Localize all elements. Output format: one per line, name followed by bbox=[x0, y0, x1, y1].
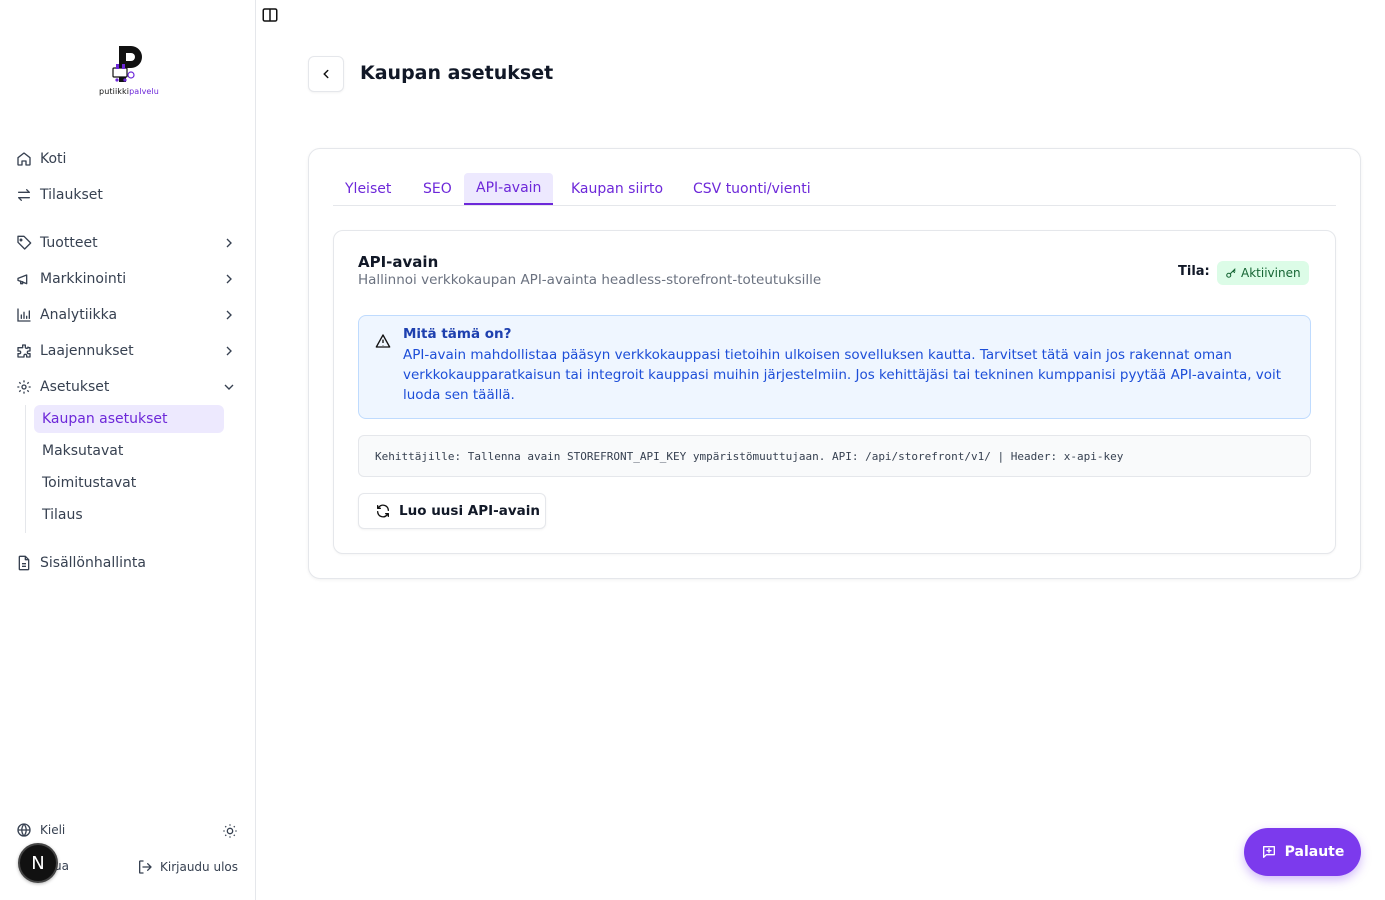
alert-body: API-avain mahdollistaa pääsyn verkkokaup… bbox=[403, 347, 1282, 403]
subitem-label: Toimitustavat bbox=[42, 475, 137, 491]
generate-api-key-button[interactable]: Luo uusi API-avain bbox=[358, 493, 546, 529]
tag-icon bbox=[16, 235, 32, 251]
sidebar-item-label: Asetukset bbox=[40, 379, 110, 395]
avatar[interactable]: N bbox=[18, 843, 58, 883]
generate-button-label: Luo uusi API-avain bbox=[399, 503, 540, 519]
settings-card: Yleiset SEO API-avain Kaupan siirto CSV … bbox=[308, 148, 1361, 579]
back-button[interactable] bbox=[308, 56, 344, 92]
settings-tabs: Yleiset SEO API-avain Kaupan siirto CSV … bbox=[333, 173, 1336, 206]
tab-yleiset[interactable]: Yleiset bbox=[333, 173, 403, 205]
sidebar-subitem-maksutavat[interactable]: Maksutavat bbox=[34, 437, 224, 465]
avatar-letter: N bbox=[31, 852, 45, 874]
sidebar-item-asetukset[interactable]: Asetukset bbox=[16, 371, 243, 403]
megaphone-icon bbox=[16, 271, 32, 287]
tab-label: Yleiset bbox=[345, 181, 392, 197]
language-selector[interactable]: Kieli bbox=[16, 822, 65, 838]
tab-label: SEO bbox=[423, 181, 452, 197]
sidebar-item-label: Tilaukset bbox=[40, 187, 103, 203]
sidebar-item-label: Markkinointi bbox=[40, 271, 127, 287]
feedback-button[interactable]: Palaute bbox=[1244, 828, 1361, 876]
tab-csv-tuonti-vienti[interactable]: CSV tuonti/vienti bbox=[681, 173, 823, 205]
language-label: Kieli bbox=[40, 823, 66, 837]
tab-kaupan-siirto[interactable]: Kaupan siirto bbox=[559, 173, 675, 205]
chevron-left-icon bbox=[323, 69, 329, 79]
refresh-icon bbox=[377, 504, 389, 518]
chevron-down-icon bbox=[224, 384, 234, 390]
sidebar-item-tilaukset[interactable]: Tilaukset bbox=[16, 179, 243, 211]
page-title: Kaupan asetukset bbox=[360, 62, 554, 84]
api-key-panel: API-avain Hallinnoi verkkokaupan API-ava… bbox=[333, 230, 1336, 554]
sidebar-item-label: Koti bbox=[40, 151, 67, 167]
sidebar-item-markkinointi[interactable]: Markkinointi bbox=[16, 263, 243, 295]
sidebar-item-label: Laajennukset bbox=[40, 343, 134, 359]
warning-icon bbox=[375, 334, 391, 348]
gear-icon bbox=[16, 379, 32, 395]
feedback-label: Palaute bbox=[1284, 844, 1345, 860]
sidebar-item-analytiikka[interactable]: Analytiikka bbox=[16, 299, 243, 331]
sidebar-item-sisallonhallinta[interactable]: Sisällönhallinta bbox=[16, 547, 243, 579]
document-icon bbox=[16, 555, 32, 571]
puzzle-icon bbox=[16, 343, 32, 359]
sidebar: putiikkipalvelu Koti Tilaukset Tuotteet … bbox=[0, 0, 256, 900]
settings-submenu: Kaupan asetukset Maksutavat Toimitustava… bbox=[25, 405, 230, 533]
logout-button[interactable]: Kirjaudu ulos bbox=[137, 859, 238, 875]
globe-icon bbox=[17, 823, 31, 837]
sidebar-subitem-kaupan-asetukset[interactable]: Kaupan asetukset bbox=[34, 405, 224, 433]
sidebar-item-koti[interactable]: Koti bbox=[16, 143, 243, 175]
tab-api-avain[interactable]: API-avain bbox=[464, 173, 554, 205]
tab-seo[interactable]: SEO bbox=[411, 173, 464, 205]
logout-icon bbox=[139, 860, 152, 874]
api-key-description: Hallinnoi verkkokaupan API-avainta headl… bbox=[358, 272, 822, 288]
subitem-label: Kaupan asetukset bbox=[42, 411, 168, 427]
arrows-icon bbox=[16, 187, 32, 203]
sidebar-toggle-icon[interactable] bbox=[261, 6, 279, 24]
tab-label: Kaupan siirto bbox=[571, 181, 664, 197]
chevron-right-icon bbox=[226, 310, 232, 320]
bar-chart-icon bbox=[16, 307, 32, 323]
chevron-right-icon bbox=[226, 238, 232, 248]
subitem-label: Tilaus bbox=[42, 507, 83, 523]
info-alert: Mitä tämä on? API-avain mahdollistaa pää… bbox=[358, 315, 1311, 419]
home-icon bbox=[16, 151, 32, 167]
tab-label: CSV tuonti/vienti bbox=[693, 181, 811, 197]
sidebar-subitem-tilaus[interactable]: Tilaus bbox=[34, 501, 224, 529]
key-icon bbox=[1226, 268, 1236, 278]
sidebar-item-laajennukset[interactable]: Laajennukset bbox=[16, 335, 243, 367]
sun-icon[interactable] bbox=[222, 823, 238, 839]
logout-label: Kirjaudu ulos bbox=[160, 860, 238, 874]
message-plus-icon bbox=[1262, 846, 1275, 858]
sidebar-item-tuotteet[interactable]: Tuotteet bbox=[16, 227, 243, 259]
chevron-right-icon bbox=[226, 346, 232, 356]
tab-label: API-avain bbox=[476, 180, 542, 196]
developer-note-text: Kehittäjille: Tallenna avain STOREFRONT_… bbox=[375, 449, 1124, 463]
chevron-right-icon bbox=[226, 274, 232, 284]
sidebar-item-label: Analytiikka bbox=[40, 307, 118, 323]
sidebar-subitem-toimitustavat[interactable]: Toimitustavat bbox=[34, 469, 224, 497]
subitem-label: Maksutavat bbox=[42, 443, 124, 459]
logo-text: putiikkipalvelu bbox=[99, 87, 159, 96]
sidebar-item-label: Tuotteet bbox=[40, 235, 98, 251]
developer-note: Kehittäjille: Tallenna avain STOREFRONT_… bbox=[358, 435, 1311, 477]
logo-mark-icon bbox=[112, 46, 142, 82]
status-label: Tila: bbox=[1178, 264, 1210, 279]
alert-title: Mitä tämä on? bbox=[403, 326, 512, 342]
sidebar-item-label: Sisällönhallinta bbox=[40, 555, 146, 571]
status-value: Aktiivinen bbox=[1241, 266, 1301, 280]
api-key-title: API-avain bbox=[358, 253, 439, 271]
status-badge: Aktiivinen bbox=[1217, 261, 1309, 285]
logo[interactable]: putiikkipalvelu bbox=[96, 44, 162, 98]
